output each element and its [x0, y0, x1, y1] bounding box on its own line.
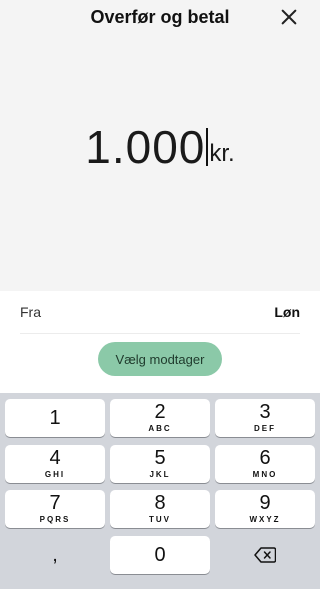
key-letters: PQRS — [39, 515, 71, 524]
key-digit: 8 — [154, 492, 166, 514]
amount-value: 1.000 — [85, 121, 206, 173]
key-letters: TUV — [149, 515, 171, 524]
key-digit: 6 — [259, 447, 271, 469]
key-letters: ABC — [148, 424, 172, 433]
key-digit: 3 — [259, 401, 271, 423]
key-letters: GHI — [44, 470, 66, 479]
key-letters: MNO — [252, 470, 278, 479]
currency-label: kr. — [209, 140, 235, 167]
key-5[interactable]: 5 JKL — [110, 445, 210, 483]
close-icon[interactable] — [280, 8, 298, 26]
comma-label: , — [52, 544, 58, 566]
key-8[interactable]: 8 TUV — [110, 490, 210, 528]
key-digit: 5 — [154, 447, 166, 469]
numeric-keypad: 1 2 ABC 3 DEF 4 GHI 5 JKL 6 MNO 7 PQRS 8… — [0, 393, 320, 589]
from-account-row[interactable]: Fra Løn — [20, 291, 300, 334]
key-letters: DEF — [254, 424, 276, 433]
page-title: Overfør og betal — [90, 7, 230, 27]
key-digit: 9 — [259, 492, 271, 514]
key-4[interactable]: 4 GHI — [5, 445, 105, 483]
key-letters: JKL — [149, 470, 171, 479]
key-digit: 7 — [49, 492, 61, 514]
key-7[interactable]: 7 PQRS — [5, 490, 105, 528]
key-digit: 0 — [154, 543, 166, 566]
key-3[interactable]: 3 DEF — [215, 399, 315, 437]
key-digit: 2 — [154, 401, 166, 423]
from-account-value: Løn — [274, 304, 300, 320]
key-1[interactable]: 1 — [5, 399, 105, 437]
from-label: Fra — [20, 304, 41, 320]
key-0[interactable]: 0 — [110, 536, 210, 574]
key-comma[interactable]: , — [5, 536, 105, 574]
backspace-icon — [254, 547, 276, 563]
header: Overfør og betal — [0, 0, 320, 36]
amount-display: 1.000 kr. — [0, 120, 320, 174]
text-cursor — [206, 128, 209, 166]
key-letters: WXYZ — [249, 515, 281, 524]
backspace-key[interactable] — [215, 536, 315, 574]
bottom-sheet: Fra Løn Vælg modtager — [0, 291, 320, 393]
choose-recipient-button[interactable]: Vælg modtager — [98, 342, 222, 376]
key-digit: 4 — [49, 447, 61, 469]
key-2[interactable]: 2 ABC — [110, 399, 210, 437]
key-digit: 1 — [49, 406, 61, 429]
key-6[interactable]: 6 MNO — [215, 445, 315, 483]
amount-display-area: 1.000 kr. — [0, 36, 320, 291]
key-9[interactable]: 9 WXYZ — [215, 490, 315, 528]
